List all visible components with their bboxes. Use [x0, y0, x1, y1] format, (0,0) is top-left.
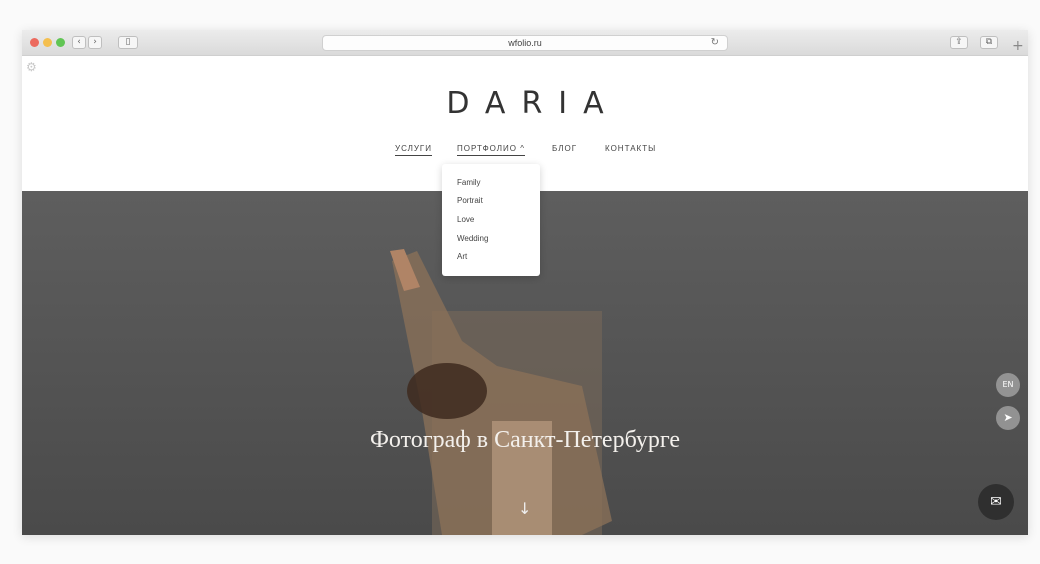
portfolio-dropdown: Family Portrait Love Wedding Art	[442, 164, 540, 276]
nav-item-portfolio[interactable]: ПОРТФОЛИО ^	[457, 144, 525, 156]
reload-icon[interactable]: ↻	[711, 37, 719, 48]
send-icon[interactable]: ➤	[996, 406, 1020, 430]
nav-item-blog[interactable]: БЛОГ	[552, 144, 577, 153]
arrow-down-icon[interactable]: ↓	[518, 499, 531, 518]
dropdown-item-family[interactable]: Family	[457, 178, 481, 187]
hero-title: Фотограф в Санкт-Петербурге	[369, 427, 681, 453]
dropdown-item-art[interactable]: Art	[457, 252, 467, 261]
tabs-overview-icon[interactable]: ⧉	[980, 36, 998, 49]
sidebar-toggle-icon[interactable]: ▯	[118, 36, 138, 49]
zoom-window-button[interactable]	[56, 38, 65, 47]
browser-window: ‹ › ▯ wfolio.ru ↻ ⇪ ⧉ + ⚙ DARIA УСЛУГИ П…	[22, 30, 1028, 535]
chat-icon[interactable]: ✉	[978, 484, 1014, 520]
nav-item-services[interactable]: УСЛУГИ	[395, 144, 433, 156]
dropdown-item-wedding[interactable]: Wedding	[457, 234, 488, 243]
minimize-window-button[interactable]	[43, 38, 52, 47]
gear-icon[interactable]: ⚙	[26, 60, 37, 74]
address-bar-url: wfolio.ru	[508, 38, 542, 48]
forward-button[interactable]: ›	[88, 36, 102, 49]
dropdown-item-love[interactable]: Love	[457, 215, 474, 224]
address-bar[interactable]: wfolio.ru ↻	[322, 35, 728, 51]
language-switch-button[interactable]: EN	[996, 373, 1020, 397]
nav-item-contacts[interactable]: КОНТАКТЫ	[605, 144, 656, 153]
new-tab-icon[interactable]: +	[1012, 38, 1024, 54]
close-window-button[interactable]	[30, 38, 39, 47]
browser-toolbar: ‹ › ▯ wfolio.ru ↻ ⇪ ⧉ +	[22, 30, 1028, 56]
dropdown-item-portrait[interactable]: Portrait	[457, 196, 483, 205]
site-logo[interactable]: DARIA	[22, 86, 1028, 121]
back-button[interactable]: ‹	[72, 36, 86, 49]
share-icon[interactable]: ⇪	[950, 36, 968, 49]
